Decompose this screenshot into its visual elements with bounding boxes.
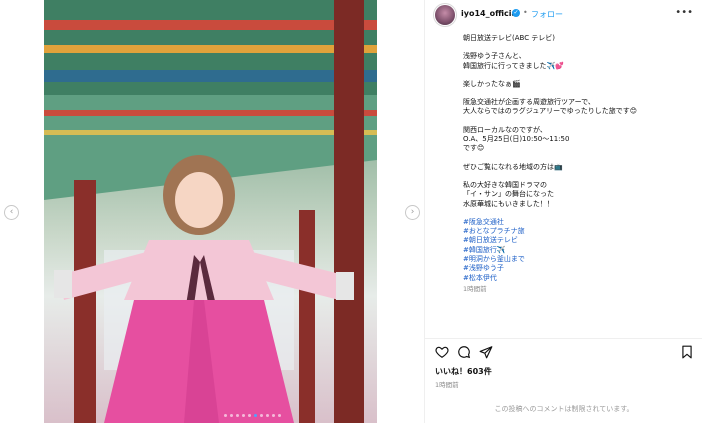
caption-line: O.A、5月25日(日)10:50〜11:50 <box>463 135 570 144</box>
caption-line: 関西ローカルなのですが、 <box>463 125 547 134</box>
comments-restricted-notice: この投稿へのコメントは制限されています。 <box>494 405 634 413</box>
action-bar <box>425 338 702 365</box>
carousel-dot <box>266 414 269 417</box>
bookmark-icon[interactable] <box>681 345 693 359</box>
caption-line: 私の大好きな韓国ドラマの <box>463 180 547 189</box>
next-arrow-icon[interactable]: › <box>405 205 420 220</box>
carousel-dot <box>248 414 251 417</box>
carousel-dot <box>278 414 281 417</box>
carousel-dot <box>272 414 275 417</box>
carousel-dot <box>230 414 233 417</box>
caption-line: 朝日放送テレビ(ABC テレビ) <box>463 34 556 42</box>
hashtag-link[interactable]: #松本伊代 <box>463 274 693 283</box>
carousel-dot <box>236 414 239 417</box>
like-heart-icon[interactable] <box>435 345 449 359</box>
caption-time: 1時間前 <box>463 284 487 293</box>
comment-icon[interactable] <box>457 345 471 359</box>
hashtag-link[interactable]: #浅野ゆう子 <box>463 264 693 273</box>
caption-line: 大人ならではのラグジュアリーでゆったりした旅です😊 <box>463 107 638 116</box>
caption-line: 水原華城にもいきました！！ <box>463 199 554 208</box>
photo-illustration <box>44 0 377 423</box>
carousel-dots <box>224 414 281 417</box>
verified-badge-icon: ✓ <box>512 9 520 17</box>
post-details: iyo14_official ✓ • フォロー ••• 朝日放送テレビ(ABC … <box>424 0 702 423</box>
hashtag-link[interactable]: #阪急交通社 <box>463 218 693 227</box>
more-options-icon[interactable]: ••• <box>675 7 693 18</box>
avatar[interactable] <box>435 5 455 25</box>
media-pane: ‹ › <box>0 0 424 423</box>
previous-arrow-icon[interactable]: ‹ <box>4 205 19 220</box>
caption-line: です😊 <box>463 144 485 153</box>
post-header: iyo14_official ✓ • フォロー ••• <box>425 0 702 30</box>
caption-line: 楽しかったなぁ🎬 <box>463 79 521 88</box>
post-photo[interactable] <box>44 0 377 423</box>
caption-line: 韓国旅行に行ってきました✈️💕 <box>463 61 564 70</box>
caption-line: ぜひご覧になれる地域の方は📺 <box>463 162 563 171</box>
username-link[interactable]: iyo14_official <box>461 9 520 18</box>
follow-button[interactable]: フォロー <box>531 9 563 20</box>
carousel-dot <box>242 414 245 417</box>
caption-line: 「イ・サン」の舞台になった <box>463 190 554 199</box>
separator-dot: • <box>523 8 528 17</box>
share-send-icon[interactable] <box>479 345 493 359</box>
caption-line: 浅野ゆう子さんと、 <box>463 52 526 61</box>
hashtag-link[interactable]: #朝日放送テレビ <box>463 236 693 245</box>
post-time: 1時間前 <box>435 381 459 389</box>
carousel-dot <box>254 414 257 417</box>
caption: 朝日放送テレビ(ABC テレビ) 浅野ゆう子さんと、 韓国旅行に行ってきました✈️💕… <box>463 34 693 326</box>
hashtag-link[interactable]: #明洞から釜山まで <box>463 255 693 264</box>
carousel-dot <box>260 414 263 417</box>
likes-count[interactable]: いいね！603件 <box>435 366 492 377</box>
hashtag-link[interactable]: #韓国旅行✈️ <box>463 246 693 255</box>
carousel-dot <box>224 414 227 417</box>
